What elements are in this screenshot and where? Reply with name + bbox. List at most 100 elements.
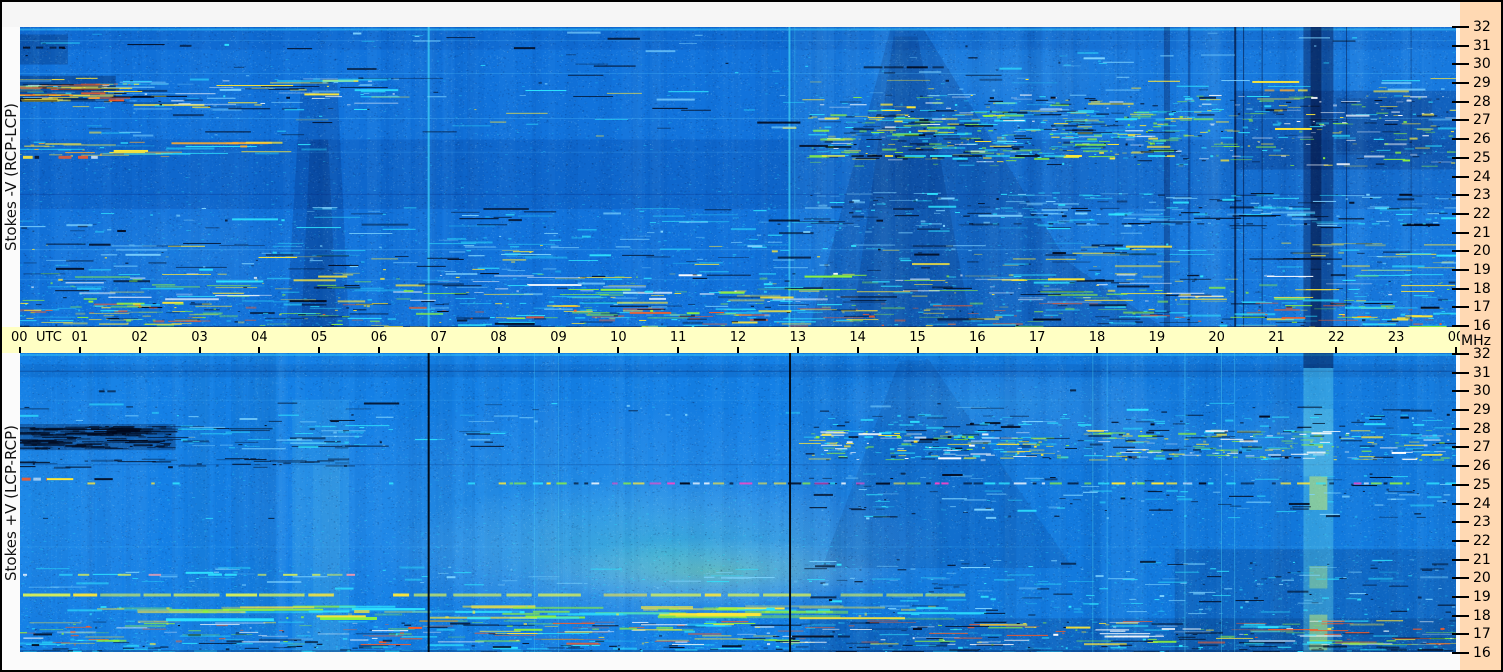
time-tick <box>1096 347 1098 353</box>
time-tick-label-2: 02 <box>131 330 148 345</box>
app-window: AJ4CO Observatory 07 Oct 2024 - DPS on T… <box>0 0 1503 672</box>
freq-tick-label-bottom-19: 19 <box>1473 588 1491 605</box>
freq-tick <box>1452 595 1469 598</box>
freq-tick <box>1452 409 1469 412</box>
freq-tick-label-bottom-27: 27 <box>1473 439 1491 456</box>
panel-label-stokes-minus-v: Stokes -V (RCP-LCP) <box>2 103 20 251</box>
freq-tick <box>1452 287 1469 290</box>
time-tick <box>138 347 141 353</box>
time-tick <box>737 347 739 353</box>
spectrogram-stokes-minus-v <box>20 27 1456 327</box>
freq-tick <box>1452 82 1469 85</box>
freq-tick <box>1452 371 1469 374</box>
freq-tick <box>1452 44 1469 47</box>
time-tick-label-20: 20 <box>1208 330 1225 345</box>
freq-tick-label-bottom-32: 32 <box>1473 346 1491 362</box>
time-tick-label-3: 03 <box>191 330 208 345</box>
time-tick-label-17: 17 <box>1028 330 1046 345</box>
freq-tick <box>1452 465 1469 468</box>
freq-tick <box>1452 194 1469 197</box>
spectrogram-stokes-plus-v <box>20 353 1456 652</box>
time-tick-label-22: 22 <box>1328 330 1345 345</box>
time-tick <box>1155 347 1158 353</box>
freq-tick <box>1452 558 1469 561</box>
freq-tick <box>1452 521 1469 524</box>
freq-tick-label-bottom-29: 29 <box>1473 402 1491 419</box>
freq-tick <box>1452 306 1469 309</box>
freq-tick <box>1452 325 1469 327</box>
freq-tick <box>1452 502 1469 505</box>
time-tick-label-8: 08 <box>490 330 507 345</box>
time-tick <box>378 347 380 353</box>
freq-tick <box>1452 156 1469 159</box>
freq-tick <box>1452 577 1469 580</box>
time-tick <box>318 347 321 353</box>
freq-tick-label-bottom-23: 23 <box>1473 514 1491 531</box>
freq-tick <box>1452 175 1469 178</box>
freq-tick <box>1452 652 1469 654</box>
time-tick <box>258 347 261 353</box>
time-tick-label-19: 19 <box>1148 330 1166 345</box>
time-tick <box>437 347 440 353</box>
time-tick <box>796 347 799 353</box>
freq-tick-label-top-32: 32 <box>1473 19 1491 35</box>
time-axis: UTC 00 01 02 03 04 05 06 07 08 09 10 11 12 13 14 15 16 17… <box>2 327 1464 353</box>
freq-tick-label-top-26: 26 <box>1473 131 1491 148</box>
freq-tick <box>1452 353 1469 355</box>
time-tick <box>198 347 201 353</box>
freq-tick-label-bottom-24: 24 <box>1473 495 1491 512</box>
freq-tick <box>1452 250 1469 253</box>
time-tick-label-18: 18 <box>1088 330 1106 345</box>
title-bar: AJ4CO Observatory 07 Oct 2024 - DPS on T… <box>2 2 1460 48</box>
time-tick <box>1335 347 1338 353</box>
freq-tick-label-bottom-26: 26 <box>1473 458 1491 475</box>
freq-tick-label-bottom-18: 18 <box>1473 607 1491 624</box>
freq-tick-label-top-24: 24 <box>1473 168 1491 185</box>
freq-tick <box>1452 138 1469 141</box>
freq-tick-label-top-17: 17 <box>1473 299 1491 316</box>
frequency-axis: MHz 32 31 30 29 28 27 26 25 24 23 22 21 20 19 18 17 16 32… <box>1452 2 1501 670</box>
freq-tick <box>1452 427 1469 430</box>
time-tick-label-13: 13 <box>789 330 807 345</box>
time-tick <box>1395 347 1398 353</box>
freq-tick <box>1452 390 1469 393</box>
time-tick-label-21: 21 <box>1268 330 1285 345</box>
time-tick <box>78 347 81 353</box>
time-tick-label-11: 11 <box>669 330 687 345</box>
time-tick <box>1036 347 1039 353</box>
freq-tick <box>1452 633 1469 636</box>
freq-tick-label-top-27: 27 <box>1473 112 1491 129</box>
freq-tick-label-top-20: 20 <box>1473 243 1491 260</box>
freq-tick <box>1452 212 1469 215</box>
time-tick-label-1: 01 <box>71 330 89 345</box>
freq-tick <box>1452 26 1469 28</box>
time-tick <box>677 347 680 353</box>
freq-tick-label-bottom-21: 21 <box>1473 551 1491 568</box>
freq-tick <box>1452 483 1469 486</box>
freq-tick-label-bottom-25: 25 <box>1473 476 1491 493</box>
freq-tick-label-bottom-31: 31 <box>1473 364 1491 381</box>
time-tick <box>916 347 919 353</box>
freq-tick-label-bottom-30: 30 <box>1473 383 1491 400</box>
freq-tick <box>1452 100 1469 103</box>
time-tick-label-10: 10 <box>610 330 627 345</box>
time-tick-label-16: 16 <box>969 330 986 345</box>
freq-tick-label-bottom-17: 17 <box>1473 626 1491 643</box>
freq-tick <box>1452 539 1469 542</box>
time-tick-label-15: 15 <box>909 330 926 345</box>
freq-tick <box>1452 268 1469 271</box>
time-tick-label-4: 04 <box>251 330 268 345</box>
freq-tick-label-top-28: 28 <box>1473 93 1491 110</box>
freq-tick-label-bottom-20: 20 <box>1473 570 1491 587</box>
time-tick-label-6: 06 <box>370 330 388 345</box>
time-tick-label-5: 05 <box>310 330 328 345</box>
freq-tick-label-top-30: 30 <box>1473 56 1491 73</box>
utc-unit-label: UTC <box>36 330 62 345</box>
freq-tick <box>1452 614 1469 617</box>
time-tick-label-0: 00 <box>11 330 28 345</box>
time-tick <box>856 347 859 353</box>
time-tick-label-9: 09 <box>550 330 567 345</box>
time-tick <box>19 347 21 353</box>
time-tick <box>497 347 500 353</box>
time-tick <box>617 347 620 353</box>
